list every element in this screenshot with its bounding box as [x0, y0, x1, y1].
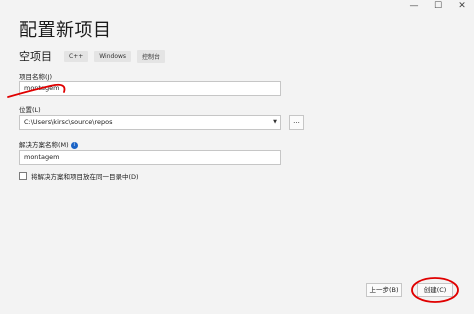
solution-name-label: 解决方案名称(M) — [19, 141, 69, 149]
chevron-down-icon[interactable]: ▼ — [273, 116, 277, 129]
browse-button[interactable]: ... — [289, 115, 304, 130]
tag-platform: Windows — [94, 50, 132, 62]
same-directory-option[interactable]: 将解决方案和项目放在同一目录中(D) — [19, 171, 139, 181]
same-directory-checkbox[interactable] — [19, 172, 27, 180]
same-directory-label: 将解决方案和项目放在同一目录中(D) — [31, 173, 139, 181]
maximize-button[interactable]: ☐ — [426, 0, 450, 14]
location-value: C:\Users\kirsc\source\repos — [24, 118, 113, 126]
template-name: 空项目 — [19, 50, 52, 63]
template-summary: 空项目 C++ Windows 控制台 — [19, 48, 166, 64]
create-button[interactable]: 创建(C) — [417, 283, 453, 297]
close-button[interactable]: ✕ — [450, 0, 474, 14]
project-name-input[interactable]: montagem — [19, 81, 281, 96]
tag-language: C++ — [64, 50, 89, 62]
tag-project-type: 控制台 — [137, 49, 166, 63]
location-label: 位置(L) — [19, 106, 41, 114]
back-button[interactable]: 上一步(B) — [366, 283, 402, 297]
location-dropdown[interactable]: C:\Users\kirsc\source\repos ▼ — [19, 115, 281, 130]
page-title: 配置新项目 — [19, 20, 112, 41]
project-name-label: 项目名称(J) — [19, 73, 52, 81]
info-icon[interactable]: i — [70, 141, 78, 149]
solution-name-input[interactable]: montagem — [19, 150, 281, 165]
solution-name-label-row: 解决方案名称(M) i — [19, 139, 78, 149]
window-controls: — ☐ ✕ — [402, 0, 474, 14]
minimize-button[interactable]: — — [402, 0, 426, 14]
